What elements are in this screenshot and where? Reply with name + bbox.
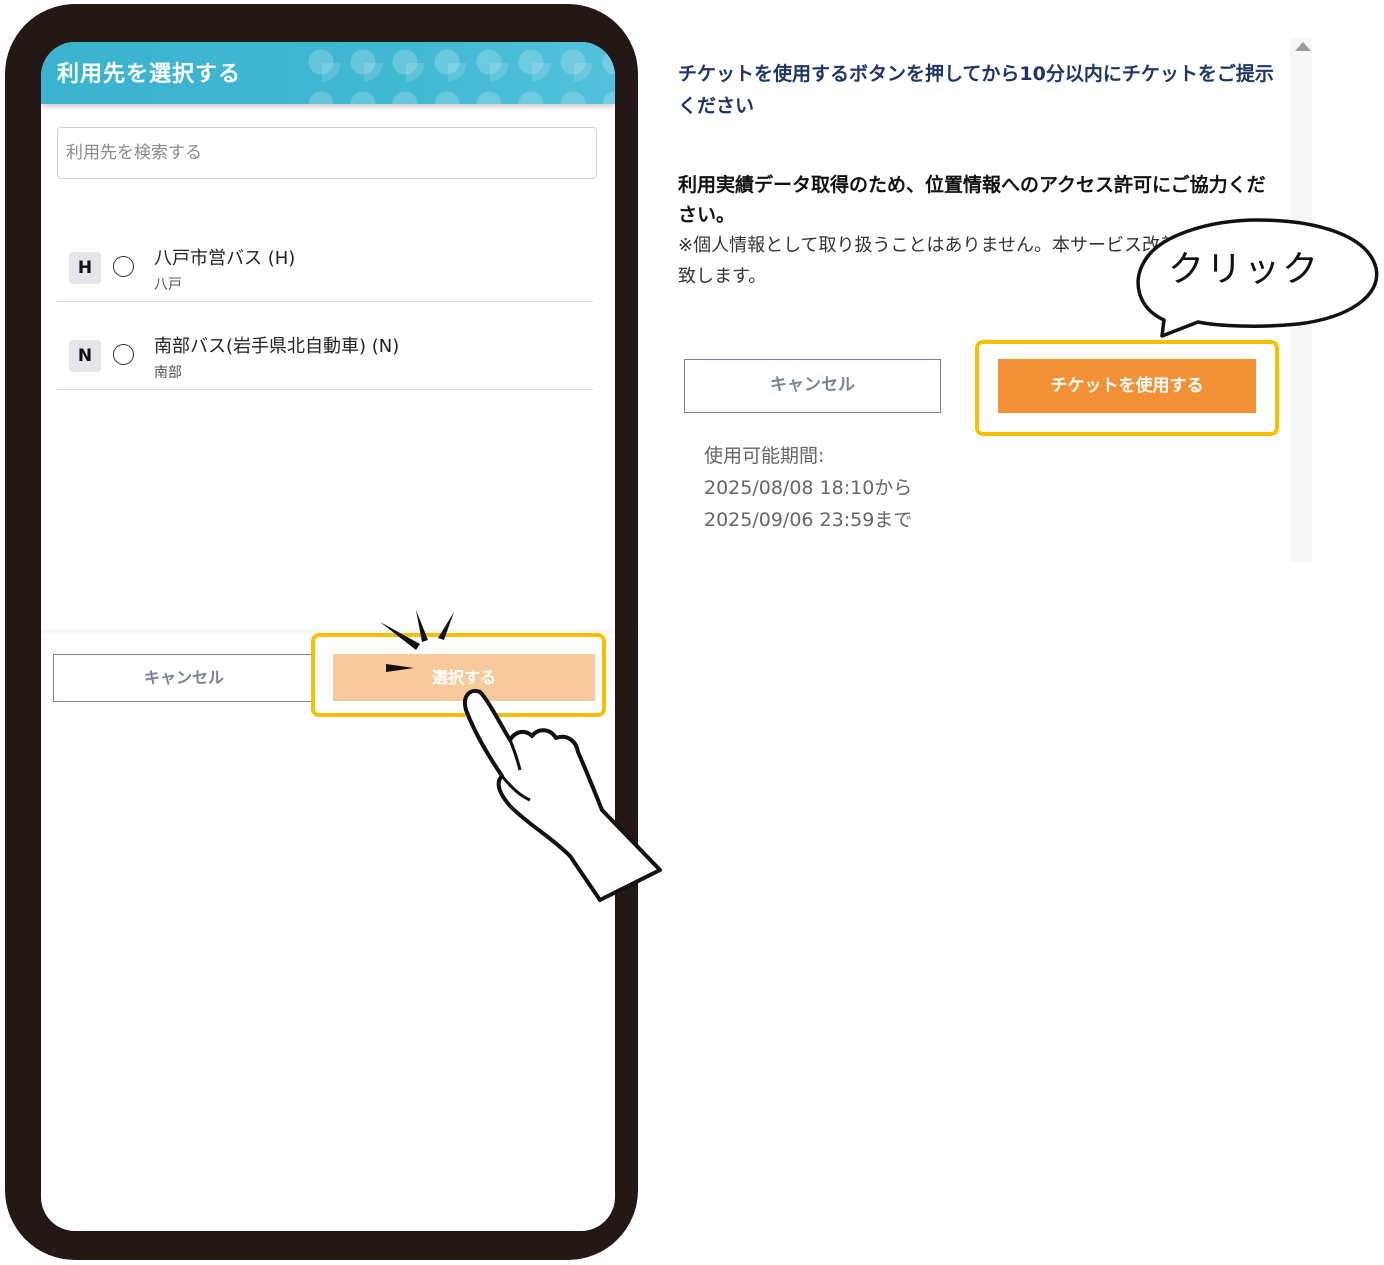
route-badge: N xyxy=(69,340,101,372)
ticket-cancel-button[interactable]: キャンセル xyxy=(684,359,941,413)
use-ticket-highlight xyxy=(975,340,1279,436)
route-badge: H xyxy=(69,252,101,284)
period-to: 2025/09/06 23:59まで xyxy=(704,509,913,531)
radio-icon[interactable] xyxy=(113,256,134,277)
modal-title: 利用先を選択する xyxy=(57,62,242,87)
period-from: 2025/08/08 18:10から xyxy=(704,477,913,499)
list-item-hachinohe[interactable]: H 八戸市営バス (H) 八戸 xyxy=(57,214,593,302)
list-item-nanbu[interactable]: N 南部バス(岩手県北自動車) (N) 南部 xyxy=(57,302,593,390)
radio-icon[interactable] xyxy=(113,344,134,365)
item-name: 八戸市営バス (H) xyxy=(154,248,296,269)
header-pattern xyxy=(301,42,615,104)
search-input[interactable] xyxy=(57,127,597,179)
item-name: 南部バス(岩手県北自動車) (N) xyxy=(154,336,400,357)
item-sub: 南部 xyxy=(154,365,182,381)
period-label: 使用可能期間: xyxy=(704,445,825,467)
modal-header: 利用先を選択する xyxy=(41,42,615,104)
pointing-hand-icon xyxy=(380,610,662,902)
usage-period: 使用可能期間: 2025/08/08 18:10から 2025/09/06 23… xyxy=(704,440,912,536)
notice-text: チケットを使用するボタンを押してから10分以内にチケットをご提示ください xyxy=(678,63,1274,117)
bubble-text: クリック xyxy=(1168,249,1321,290)
item-sub: 八戸 xyxy=(154,277,182,293)
scroll-up-icon[interactable] xyxy=(1295,42,1311,51)
cancel-button[interactable]: キャンセル xyxy=(53,654,315,702)
